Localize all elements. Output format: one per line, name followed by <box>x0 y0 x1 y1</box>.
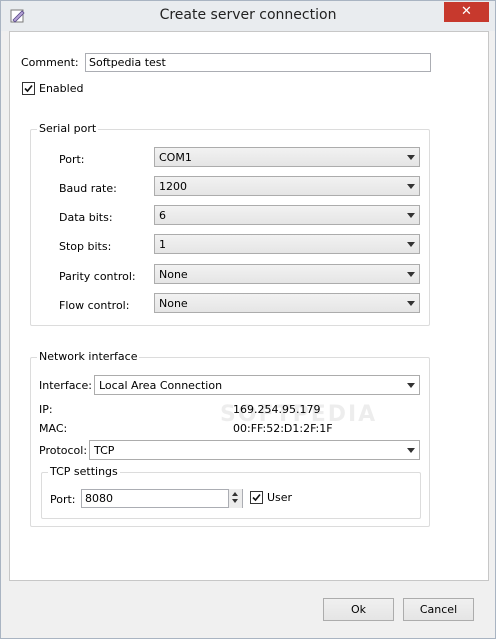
chevron-down-icon <box>407 301 415 306</box>
comment-input[interactable]: Softpedia test <box>85 53 431 72</box>
dialog-content: SOFTPEDIA Comment: Softpedia test Enable… <box>9 31 489 581</box>
interface-select[interactable]: Local Area Connection <box>94 375 420 395</box>
parity-control-select[interactable]: None <box>154 264 420 284</box>
ip-value: 169.254.95.179 <box>233 403 321 416</box>
interface-value: Local Area Connection <box>99 379 223 392</box>
spin-up-icon[interactable] <box>232 492 238 496</box>
port-value: COM1 <box>159 151 192 164</box>
user-label: User <box>267 491 293 504</box>
chevron-down-icon <box>407 242 415 247</box>
port-spinner[interactable] <box>228 489 242 508</box>
mac-value: 00:FF:52:D1:2F:1F <box>233 422 333 435</box>
tcp-settings-group: TCP settings Port: 8080 User <box>41 465 421 519</box>
chevron-down-icon <box>407 155 415 160</box>
checkmark-icon <box>252 493 261 502</box>
chevron-down-icon <box>407 213 415 218</box>
user-checkbox[interactable] <box>250 491 263 504</box>
network-interface-title: Network interface <box>37 350 140 363</box>
chevron-down-icon <box>407 383 415 388</box>
cancel-button[interactable]: Cancel <box>403 598 474 621</box>
chevron-down-icon <box>407 272 415 277</box>
baud-rate-value: 1200 <box>159 180 187 193</box>
checkmark-icon <box>24 84 33 93</box>
parity-control-value: None <box>159 268 188 281</box>
tcp-port-label: Port: <box>50 493 76 506</box>
close-button[interactable]: ✕ <box>444 2 489 22</box>
serial-port-group: Serial port Port: COM1 Baud rate: 1200 D… <box>30 122 430 326</box>
comment-label: Comment: <box>21 56 79 69</box>
flow-control-label: Flow control: <box>59 299 130 312</box>
stop-bits-value: 1 <box>159 238 166 251</box>
baud-rate-label: Baud rate: <box>59 182 117 195</box>
enabled-checkbox[interactable] <box>22 82 35 95</box>
stop-bits-label: Stop bits: <box>59 240 112 253</box>
stop-bits-select[interactable]: 1 <box>154 234 420 254</box>
tcp-port-input[interactable]: 8080 <box>81 489 243 508</box>
enabled-label: Enabled <box>39 82 84 95</box>
ok-button[interactable]: Ok <box>323 598 394 621</box>
network-interface-group: Network interface Interface: Local Area … <box>30 350 430 527</box>
parity-control-label: Parity control: <box>59 270 136 283</box>
chevron-down-icon <box>407 448 415 453</box>
serial-port-title: Serial port <box>37 122 99 135</box>
flow-control-value: None <box>159 297 188 310</box>
data-bits-value: 6 <box>159 209 166 222</box>
close-icon: ✕ <box>461 4 472 19</box>
title-bar[interactable]: Create server connection ✕ <box>1 1 495 31</box>
baud-rate-select[interactable]: 1200 <box>154 176 420 196</box>
ip-label: IP: <box>39 403 53 416</box>
flow-control-select[interactable]: None <box>154 293 420 313</box>
data-bits-label: Data bits: <box>59 211 113 224</box>
tcp-port-value: 8080 <box>85 492 113 505</box>
chevron-down-icon <box>407 184 415 189</box>
protocol-value: TCP <box>94 444 115 457</box>
protocol-label: Protocol: <box>39 444 88 457</box>
port-select[interactable]: COM1 <box>154 147 420 167</box>
port-label: Port: <box>59 153 85 166</box>
mac-label: MAC: <box>39 422 68 435</box>
tcp-settings-title: TCP settings <box>48 465 120 478</box>
data-bits-select[interactable]: 6 <box>154 205 420 225</box>
dialog-window: Create server connection ✕ SOFTPEDIA Com… <box>0 0 496 639</box>
window-title: Create server connection <box>159 7 337 23</box>
spin-down-icon[interactable] <box>232 499 238 503</box>
protocol-select[interactable]: TCP <box>89 440 420 460</box>
interface-label: Interface: <box>39 379 92 392</box>
